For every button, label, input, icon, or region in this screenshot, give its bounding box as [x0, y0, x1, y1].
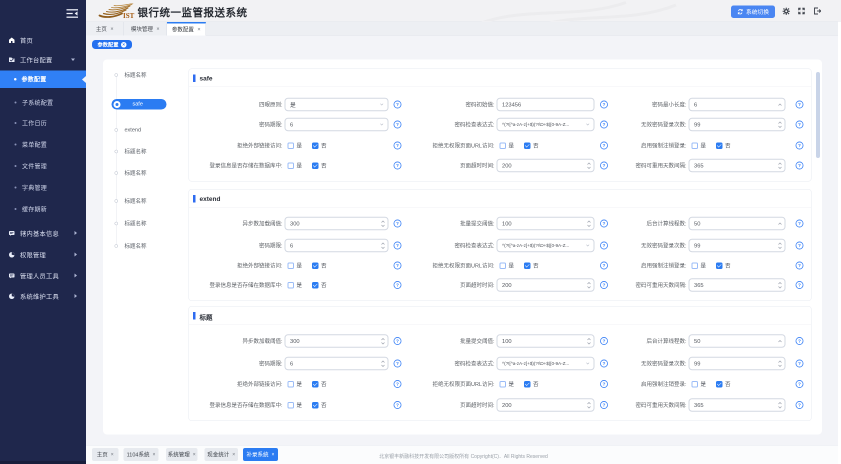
svg-text:?: ? — [798, 339, 801, 345]
svg-text:?: ? — [798, 403, 801, 409]
svg-text:?: ? — [798, 283, 801, 289]
svg-text:?: ? — [798, 243, 801, 249]
svg-text:?: ? — [798, 263, 801, 269]
svg-text:?: ? — [798, 143, 801, 149]
svg-text:?: ? — [798, 122, 801, 128]
svg-text:?: ? — [798, 102, 801, 108]
svg-text:?: ? — [798, 361, 801, 367]
svg-text:?: ? — [798, 163, 801, 169]
svg-text:IST: IST — [123, 12, 135, 19]
svg-text:?: ? — [798, 221, 801, 227]
svg-text:?: ? — [798, 382, 801, 388]
